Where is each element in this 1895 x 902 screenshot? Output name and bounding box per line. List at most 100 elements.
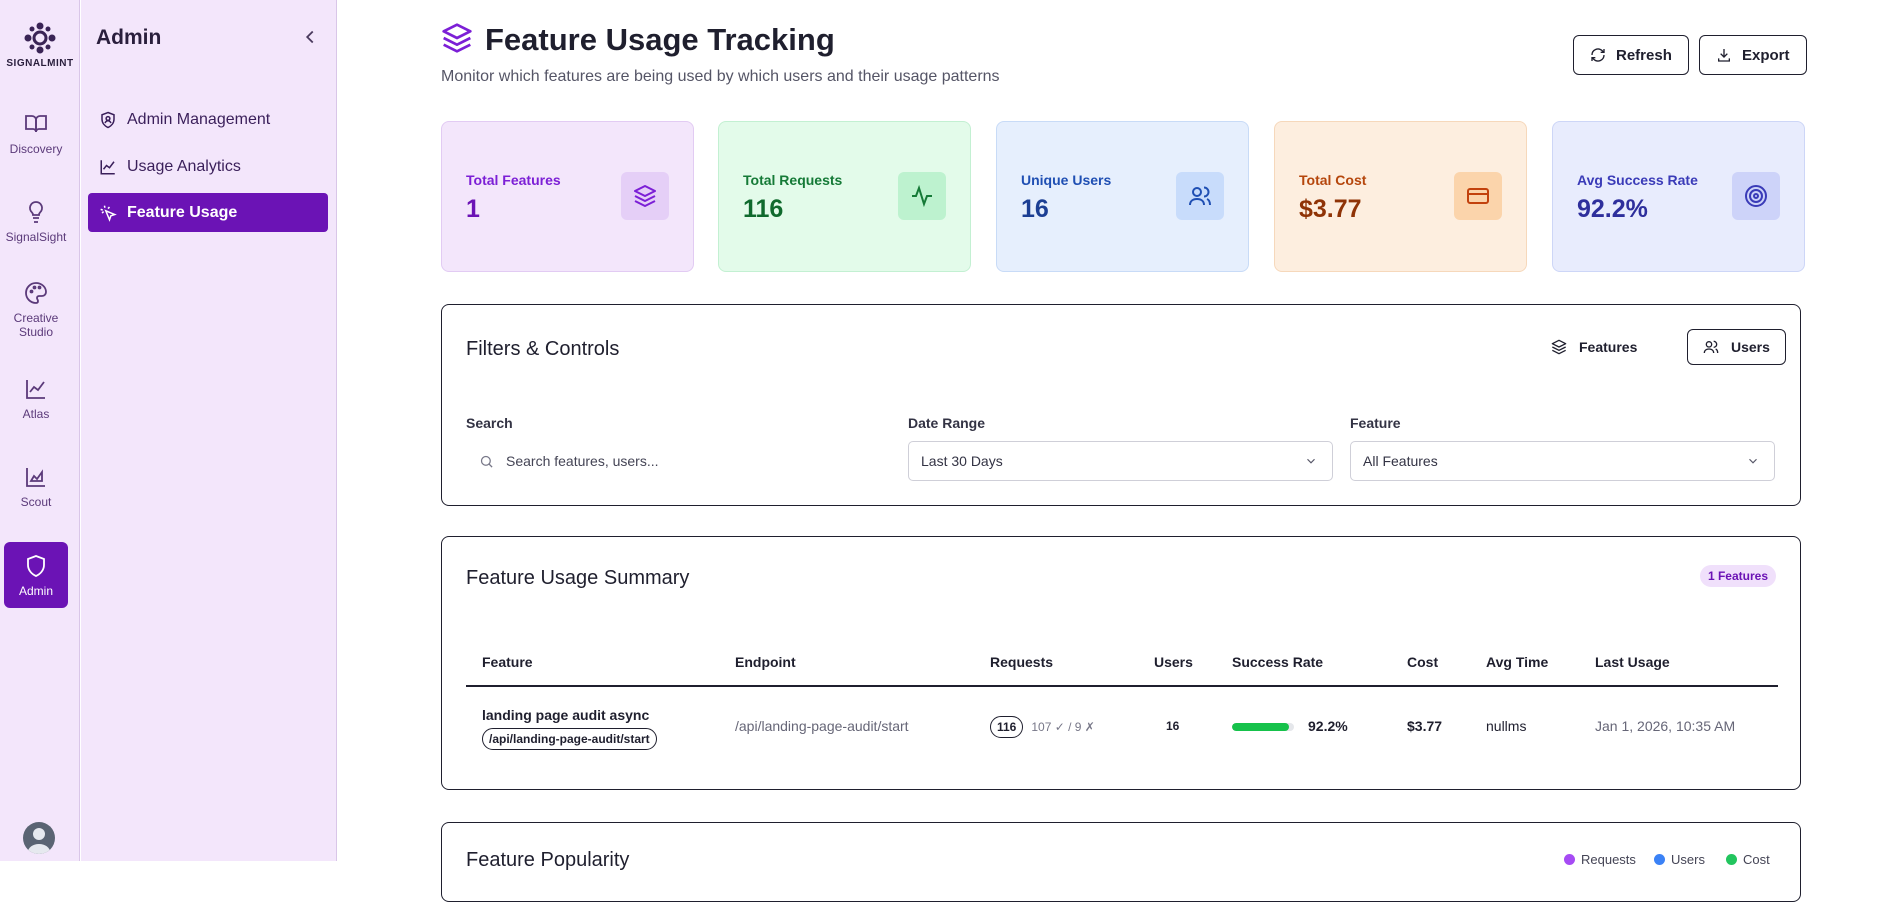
- legend-item-requests: Requests: [1564, 852, 1636, 867]
- credit-card-icon: [1467, 188, 1489, 204]
- users-icon: [1703, 340, 1719, 354]
- area-chart-icon: [26, 468, 45, 487]
- sidebar-item-label: Feature Usage: [127, 203, 238, 221]
- line-chart-icon: [100, 159, 115, 174]
- legend-dot: [1564, 854, 1575, 865]
- legend-item-users: Users: [1654, 852, 1705, 867]
- rail-item-signalsight[interactable]: SignalSight: [4, 200, 68, 244]
- date-range-value: Last 30 Days: [921, 453, 1003, 469]
- stat-card-total-cost: Total Cost $3.77: [1274, 121, 1527, 272]
- sidebar-item-label: Admin Management: [127, 110, 271, 128]
- sidebar-title: Admin: [96, 26, 162, 49]
- rail-item-atlas[interactable]: Atlas: [4, 377, 68, 421]
- export-label: Export: [1742, 46, 1790, 64]
- column-header[interactable]: Avg Time: [1486, 654, 1548, 670]
- trending-chart-icon: [26, 380, 45, 399]
- rail-label: Creative Studio: [13, 311, 59, 339]
- search-label: Search: [466, 415, 513, 431]
- stat-label: Unique Users: [1021, 172, 1112, 188]
- toggle-label: Users: [1731, 339, 1770, 355]
- export-button[interactable]: Export: [1699, 35, 1807, 75]
- requests-detail: 107 ✓ / 9 ✗: [1031, 720, 1095, 734]
- search-input[interactable]: Search features, users...: [466, 441, 891, 481]
- activity-icon: [912, 184, 932, 208]
- stat-icon-box: [621, 172, 669, 220]
- target-icon: [1745, 185, 1767, 207]
- last-usage: Jan 1, 2026, 10:35 AM: [1595, 718, 1736, 734]
- legend-dot: [1726, 854, 1737, 865]
- chevron-down-icon: [1749, 458, 1757, 464]
- search-icon: [480, 455, 493, 468]
- feature-select-value: All Features: [1363, 453, 1438, 469]
- layers-icon: [442, 23, 472, 53]
- toggle-label: Features: [1579, 339, 1638, 355]
- column-header[interactable]: Success Rate: [1232, 654, 1323, 670]
- column-header[interactable]: Requests: [990, 654, 1053, 670]
- requests-cell: 116 107 ✓ / 9 ✗: [990, 716, 1095, 738]
- success-rate: 92.2%: [1308, 718, 1348, 734]
- stat-card-total-features: Total Features 1: [441, 121, 694, 272]
- cost: $3.77: [1407, 718, 1443, 734]
- sidebar-item-usage-analytics[interactable]: Usage Analytics: [88, 147, 328, 186]
- feature-path: /api/landing-page-audit/start: [482, 728, 657, 750]
- toggle-features[interactable]: Features: [1536, 329, 1652, 365]
- stat-label: Total Features: [466, 172, 561, 188]
- lightbulb-icon: [29, 201, 43, 223]
- stat-card-avg-success-rate: Avg Success Rate 92.2%: [1552, 121, 1805, 272]
- download-icon: [1718, 49, 1730, 62]
- toggle-users[interactable]: Users: [1687, 329, 1786, 365]
- feature-label: Feature: [1350, 415, 1401, 431]
- refresh-label: Refresh: [1616, 46, 1672, 64]
- endpoint: /api/landing-page-audit/start: [735, 718, 909, 734]
- book-open-icon: [25, 115, 47, 133]
- summary-title: Feature Usage Summary: [466, 567, 690, 589]
- column-header[interactable]: Cost: [1407, 654, 1438, 670]
- refresh-button[interactable]: Refresh: [1573, 35, 1689, 75]
- table-header-divider: [466, 685, 1778, 687]
- rail-item-discovery[interactable]: Discovery: [4, 112, 68, 156]
- date-range-label: Date Range: [908, 415, 986, 431]
- rail-item-creative-studio[interactable]: Creative Studio: [4, 281, 68, 339]
- stat-value: 1: [466, 195, 480, 223]
- column-header[interactable]: Endpoint: [735, 654, 796, 670]
- chevron-down-icon: [1307, 458, 1315, 464]
- rail-label: Atlas: [22, 407, 50, 421]
- collapse-sidebar-button[interactable]: [299, 26, 321, 48]
- avatar[interactable]: [23, 822, 55, 854]
- shield-icon: [27, 555, 45, 577]
- features-count-badge: 1 Features: [1699, 565, 1776, 587]
- rail-item-admin[interactable]: Admin: [4, 542, 68, 608]
- sidebar-item-admin-management[interactable]: Admin Management: [88, 100, 328, 139]
- feature-path-pill: /api/landing-page-audit/start: [482, 728, 657, 750]
- sidebar-item-label: Usage Analytics: [127, 157, 241, 175]
- layers-icon: [634, 185, 656, 207]
- stat-card-total-requests: Total Requests 116: [718, 121, 971, 272]
- stat-value: 16: [1021, 195, 1049, 223]
- column-header[interactable]: Users: [1154, 654, 1193, 670]
- rail-item-scout[interactable]: Scout: [4, 465, 68, 509]
- stat-label: Avg Success Rate: [1577, 172, 1698, 188]
- date-range-select[interactable]: Last 30 Days: [908, 441, 1333, 481]
- search-placeholder: Search features, users...: [506, 453, 659, 469]
- column-header[interactable]: Feature: [482, 654, 533, 670]
- stat-value: $3.77: [1299, 195, 1362, 223]
- legend-label: Cost: [1743, 852, 1770, 867]
- admin-sidebar: Admin Admin Management Usage Analytics F…: [81, 0, 337, 861]
- users-count: 16: [1166, 719, 1180, 733]
- success-rate-bar: [1232, 723, 1294, 731]
- main-content: Feature Usage Tracking Monitor which fea…: [338, 0, 1895, 902]
- user-shield-icon: [101, 111, 115, 128]
- layers-icon: [1551, 339, 1567, 355]
- brand-logo[interactable]: SIGNALMINT: [0, 22, 80, 69]
- sidebar-item-feature-usage[interactable]: Feature Usage: [88, 193, 328, 232]
- page-subtitle: Monitor which features are being used by…: [441, 68, 1000, 85]
- success-rate-fill: [1232, 723, 1290, 731]
- stat-icon-box: [1732, 172, 1780, 220]
- logo-icon: [24, 22, 56, 54]
- column-header[interactable]: Last Usage: [1595, 654, 1670, 670]
- stat-label: Total Requests: [743, 172, 843, 188]
- stat-label: Total Cost: [1299, 172, 1367, 188]
- feature-select[interactable]: All Features: [1350, 441, 1775, 481]
- refresh-icon: [1591, 48, 1605, 62]
- stat-icon-box: [898, 172, 946, 220]
